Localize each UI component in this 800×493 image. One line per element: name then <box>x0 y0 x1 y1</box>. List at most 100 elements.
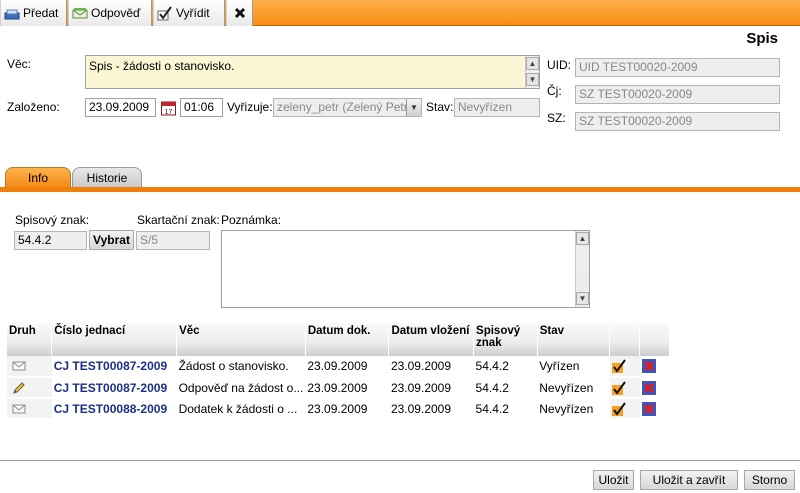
spisovy-znak-field: 54.4.2 <box>14 231 87 250</box>
vyridit-button[interactable]: Vyřídit <box>153 0 225 26</box>
pencil-icon <box>13 382 25 394</box>
stav-field: Nevyřízen <box>454 98 540 117</box>
table-row[interactable]: CJ TEST00087-2009 Žádost o stanovisko. 2… <box>7 356 670 378</box>
zalozeno-label: Založeno: <box>7 100 60 114</box>
resolve-action-cell[interactable] <box>609 377 640 399</box>
datum-vlozeni-cell: 23.09.2009 <box>388 356 474 378</box>
scroll-down-icon[interactable]: ▼ <box>526 73 539 86</box>
ulozit-button[interactable]: Uložit <box>593 470 634 490</box>
resolve-check-icon[interactable] <box>611 381 626 395</box>
spisovy-znak-cell: 54.4.2 <box>473 356 538 378</box>
check-icon <box>157 6 172 21</box>
poznamka-textarea[interactable]: ▲ ▼ <box>221 230 590 308</box>
cj-label: Čj: <box>547 84 562 98</box>
delete-action-cell[interactable] <box>639 398 670 420</box>
svg-text:17: 17 <box>165 109 173 116</box>
uid-label: UID: <box>547 58 571 72</box>
cj-field: SZ TEST00020-2009 <box>575 85 780 104</box>
resolve-action-cell[interactable] <box>609 356 640 378</box>
vec-label: Věc: <box>7 57 32 71</box>
col-header-spisovy-znak[interactable]: Spisový znak <box>473 323 538 356</box>
vec-value: Spis - žádosti o stanovisko. <box>89 59 235 73</box>
delete-action-cell[interactable] <box>639 356 670 378</box>
col-header-druh[interactable]: Druh <box>7 323 53 356</box>
sz-label: SZ: <box>547 111 566 125</box>
datum-vlozeni-cell: 23.09.2009 <box>388 398 474 420</box>
resolve-action-cell[interactable] <box>609 398 640 420</box>
col-header-action-2 <box>639 323 670 356</box>
cislo-jednaci-link[interactable]: CJ TEST00087-2009 <box>51 356 177 378</box>
uid-field: UID TEST00020-2009 <box>575 58 780 77</box>
stav-cell: Nevyřízen <box>537 377 610 399</box>
vec-scrollbar[interactable]: ▲ ▼ <box>525 56 539 88</box>
sz-field: SZ TEST00020-2009 <box>575 112 780 131</box>
tab-info[interactable]: Info <box>5 167 71 188</box>
poznamka-scrollbar[interactable]: ▲ ▼ <box>575 231 589 307</box>
chevron-down-icon[interactable]: ▼ <box>406 99 421 116</box>
vec-cell: Dodatek k žádosti o ... <box>176 398 306 420</box>
predat-button[interactable]: Předat <box>0 0 67 26</box>
calendar-icon[interactable]: 17 <box>161 100 176 116</box>
odpoved-button[interactable]: Odpověď <box>68 0 152 26</box>
vec-cell: Odpověď na žádost o... <box>176 377 306 399</box>
col-header-datum-dok[interactable]: Datum dok. <box>305 323 390 356</box>
tab-historie[interactable]: Historie <box>72 167 142 188</box>
datum-dok-cell: 23.09.2009 <box>305 356 389 378</box>
scroll-up-icon[interactable]: ▲ <box>576 232 589 245</box>
cislo-jednaci-link[interactable]: CJ TEST00087-2009 <box>51 377 177 399</box>
table-row[interactable]: CJ TEST00088-2009 Dodatek k žádosti o ..… <box>7 398 670 420</box>
table-row[interactable]: CJ TEST00087-2009 Odpověď na žádost o...… <box>7 377 670 399</box>
vec-textarea[interactable]: Spis - žádosti o stanovisko. ▲ ▼ <box>85 55 540 89</box>
spisovy-znak-cell: 54.4.2 <box>473 398 538 420</box>
scroll-down-icon[interactable]: ▼ <box>576 292 589 305</box>
odpoved-label: Odpověď <box>91 6 141 20</box>
envelope-icon <box>12 404 26 414</box>
skartacni-znak-field: S/5 <box>136 231 210 250</box>
delete-action-cell[interactable] <box>639 377 670 399</box>
stav-label: Stav: <box>426 100 454 114</box>
stav-cell: Nevyřízen <box>537 398 610 420</box>
spisovy-znak-label: Spisový znak: <box>15 213 90 227</box>
forward-tray-icon <box>4 9 20 20</box>
col-header-vec[interactable]: Věc <box>176 323 306 356</box>
col-header-datum-vlozeni[interactable]: Datum vložení <box>388 323 475 356</box>
zalozeno-date-input[interactable]: 23.09.2009 <box>85 98 156 117</box>
delete-icon[interactable] <box>641 380 656 395</box>
delete-icon[interactable] <box>641 359 656 374</box>
vyrizuje-select[interactable]: zeleny_petr (Zelený Petr) ▼ <box>273 98 422 117</box>
cislo-jednaci-link[interactable]: CJ TEST00088-2009 <box>51 398 177 420</box>
vyridit-label: Vyřídit <box>176 6 210 20</box>
col-header-stav[interactable]: Stav <box>537 323 611 356</box>
page-title: Spis <box>746 30 778 47</box>
close-icon <box>234 7 246 19</box>
datum-dok-cell: 23.09.2009 <box>305 398 389 420</box>
druh-cell <box>7 398 52 420</box>
col-header-cislo-jednaci[interactable]: Číslo jednací <box>51 323 178 356</box>
vec-cell: Žádost o stanovisko. <box>176 356 306 378</box>
toolbar: Předat Odpověď Vyřídit <box>0 0 800 26</box>
col-header-action-1 <box>609 323 641 356</box>
reply-mail-icon <box>72 8 88 19</box>
close-button[interactable] <box>226 0 253 26</box>
vyrizuje-value: zeleny_petr (Zelený Petr) <box>277 100 412 114</box>
tab-underline <box>0 187 800 192</box>
predat-label: Předat <box>23 6 59 20</box>
delete-icon[interactable] <box>641 401 656 416</box>
documents-table: Druh Číslo jednací Věc Datum dok. Datum … <box>7 323 670 420</box>
zalozeno-time-input[interactable]: 01:06 <box>180 98 223 117</box>
datum-vlozeni-cell: 23.09.2009 <box>388 377 474 399</box>
resolve-check-icon[interactable] <box>611 359 626 374</box>
poznamka-label: Poznámka: <box>221 213 282 227</box>
vybrat-button[interactable]: Vybrat <box>89 230 134 250</box>
envelope-icon <box>12 361 26 371</box>
spisovy-znak-cell: 54.4.2 <box>473 377 538 399</box>
footer-divider <box>0 460 800 461</box>
resolve-check-icon[interactable] <box>611 402 626 416</box>
skartacni-znak-label: Skartační znak: <box>137 213 220 227</box>
storno-button[interactable]: Storno <box>744 470 795 490</box>
scroll-up-icon[interactable]: ▲ <box>526 57 539 70</box>
vyrizuje-label: Vyřizuje: <box>227 100 273 114</box>
table-header-row: Druh Číslo jednací Věc Datum dok. Datum … <box>7 323 670 356</box>
ulozit-a-zavrit-button[interactable]: Uložit a zavřít <box>640 470 738 490</box>
druh-cell <box>7 356 52 378</box>
